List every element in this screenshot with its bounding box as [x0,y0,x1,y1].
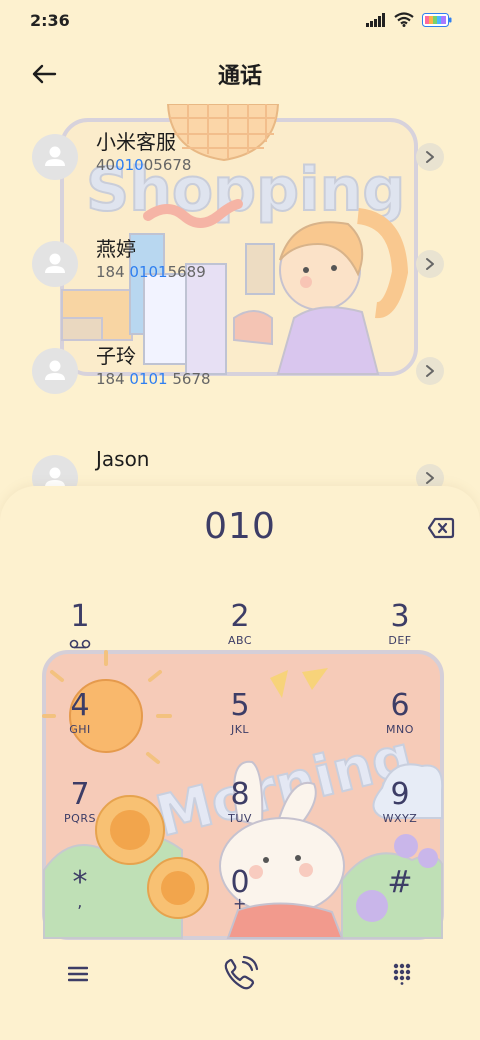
status-bar: 2:36 [0,0,480,40]
contact-number: 184 01015689 [96,263,206,281]
menu-icon [68,966,88,982]
chevron-right-icon [426,258,434,270]
key-digit: 6 [390,688,410,723]
chevron-right-icon [426,365,434,377]
contact-details-button[interactable] [416,357,444,385]
key-digit: 8 [230,777,250,812]
wifi-icon [394,12,414,27]
avatar [32,241,78,287]
contact-item[interactable]: 子玲 184 0101 5678 [0,344,480,448]
key-letters: ABC [227,634,253,647]
key-letters: JKL [230,723,250,736]
key-letters: , [77,892,83,911]
key-6[interactable]: 6 MNO [340,689,460,765]
call-icon [224,955,259,990]
call-button[interactable] [216,950,264,998]
contact-name: 子玲 [96,344,136,368]
contact-item[interactable]: 燕婷 184 01015689 [0,237,480,341]
status-time: 2:36 [30,11,70,30]
key-3[interactable]: 3 DEF [340,600,460,676]
contact-name: 燕婷 [96,237,136,261]
key-digit: # [387,865,413,900]
person-icon [45,253,65,273]
key-letters: + [233,894,247,913]
avatar [32,134,78,180]
key-letters: DEF [388,634,412,647]
key-digit: 2 [230,599,250,634]
battery-icon [422,12,452,27]
key-8[interactable]: 8 TUV [180,778,300,854]
person-icon [45,360,65,380]
signal-icon [366,12,385,27]
dialpad-toggle-button[interactable] [382,954,422,994]
contact-item[interactable]: 小米客服 4001005678 [0,130,480,234]
chevron-right-icon [426,151,434,163]
key-digit: 7 [70,777,90,812]
dialpad-toggle-icon [393,963,411,985]
contact-number: 184 0101 5678 [96,370,211,388]
page-title: 通话 [217,64,262,89]
bottom-bar [0,942,480,1012]
key-1[interactable]: 1 [20,600,140,676]
contact-details-button[interactable] [416,143,444,171]
key-letters: PQRS [64,812,96,825]
key-digit: 3 [390,599,410,634]
key-letters: TUV [228,812,252,825]
key-letters: WXYZ [382,812,418,825]
key-7[interactable]: 7 PQRS [20,778,140,854]
contact-name: Jason [96,447,150,471]
dialpad-panel: 010 Morning 1 2 ABC 3 DEF 4 GHI 5 JKL 6 … [0,486,480,1040]
key-hash[interactable]: # [340,866,460,942]
status-icons [366,12,452,27]
chevron-right-icon [426,472,434,484]
key-digit: 1 [70,599,90,634]
key-0[interactable]: 0 + [180,866,300,942]
contact-details-button[interactable] [416,250,444,278]
menu-button[interactable] [58,954,98,994]
avatar [32,348,78,394]
key-digit: 9 [390,777,410,812]
person-icon [45,146,65,166]
dialed-number: 010 [204,506,276,547]
key-digit: 5 [230,688,250,723]
key-digit: 4 [70,688,90,723]
contact-name: 小米客服 [96,130,176,154]
key-2[interactable]: 2 ABC [180,600,300,676]
key-5[interactable]: 5 JKL [180,689,300,765]
voicemail-icon [69,639,91,649]
header: 通话 [0,48,480,96]
key-letters: MNO [386,723,414,736]
backspace-icon [427,517,455,539]
key-9[interactable]: 9 WXYZ [340,778,460,854]
contact-number: 4001005678 [96,156,192,174]
delete-button[interactable] [425,514,457,542]
key-4[interactable]: 4 GHI [20,689,140,765]
key-star[interactable]: * , [20,866,140,942]
key-letters: GHI [69,723,91,736]
